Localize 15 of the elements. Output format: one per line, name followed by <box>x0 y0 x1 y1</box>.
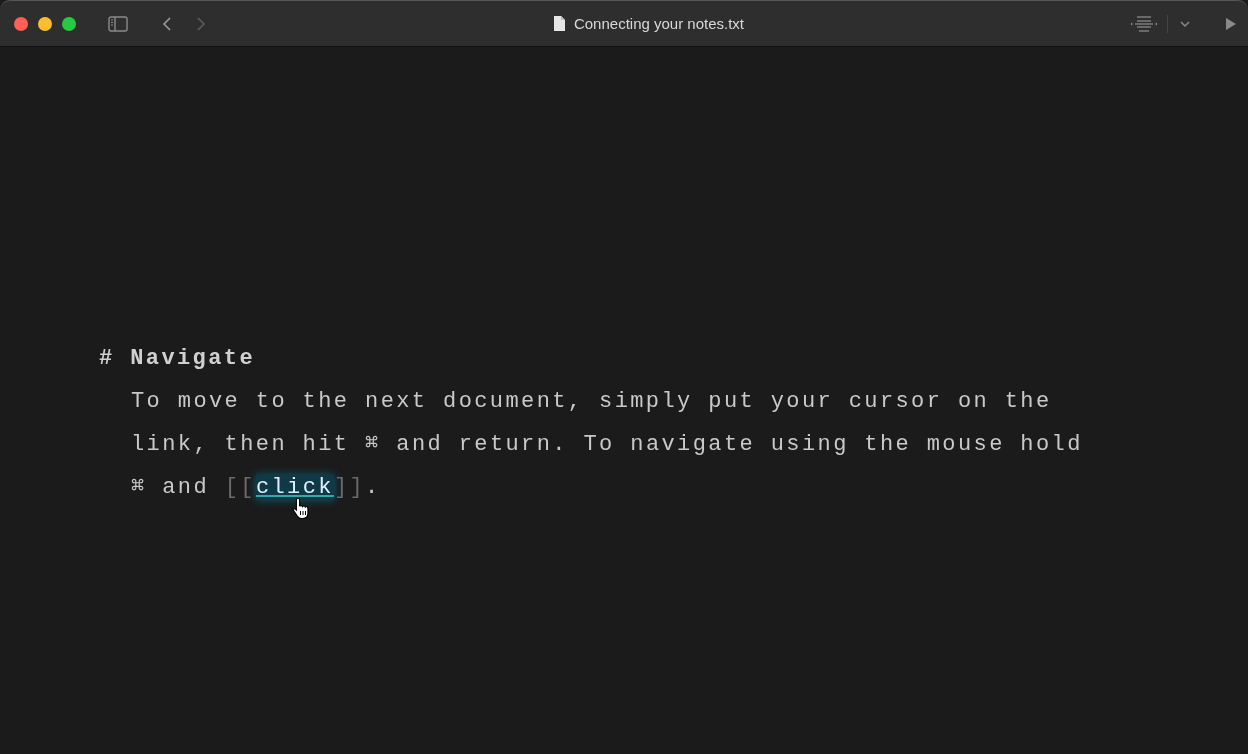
play-icon[interactable] <box>1226 17 1236 30</box>
close-button[interactable] <box>14 16 28 31</box>
back-icon[interactable] <box>162 15 172 32</box>
paragraph: To move to the next document, simply put your cursor on the link, then hit ⌘ and return. To navigate using the mouse hold ⌘ and [[click]]. <box>131 380 1091 509</box>
chevron-down-icon[interactable] <box>1180 19 1190 28</box>
minimize-button[interactable] <box>38 16 52 31</box>
sidebar-toggle-icon[interactable] <box>108 15 128 32</box>
hand-cursor-icon <box>291 497 310 519</box>
forward-icon[interactable] <box>196 15 206 32</box>
heading-mark: # <box>99 346 115 371</box>
outline-icon[interactable] <box>1131 14 1157 33</box>
document-icon <box>552 15 566 32</box>
zoom-button[interactable] <box>62 16 76 31</box>
window-title: Connecting your notes.txt <box>573 15 745 32</box>
heading: Navigate <box>130 346 256 371</box>
